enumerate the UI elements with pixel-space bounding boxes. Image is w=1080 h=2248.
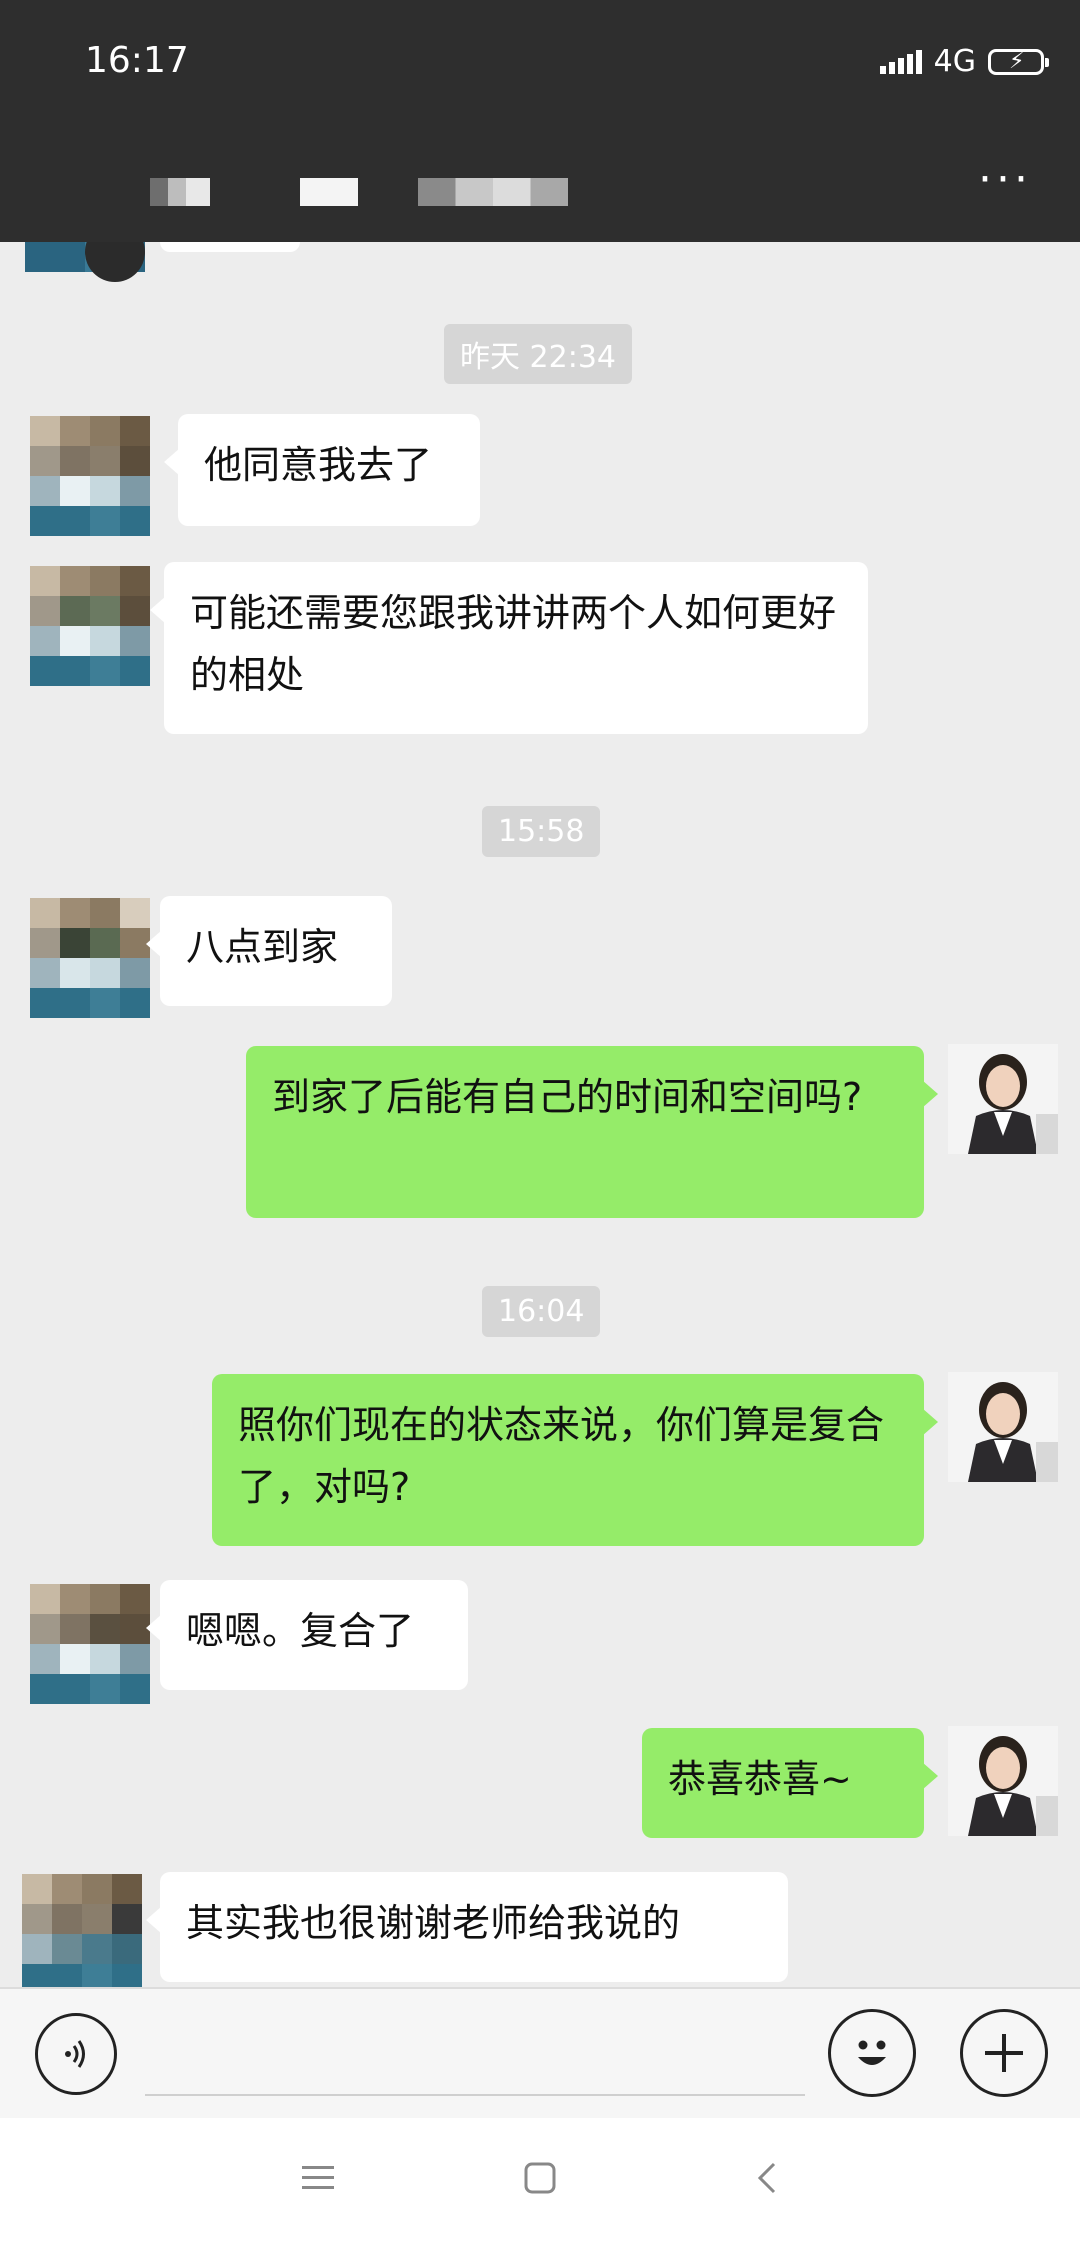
message-input[interactable] [145,2094,805,2096]
outgoing-message[interactable]: 恭喜恭喜~ [642,1728,938,1838]
incoming-message[interactable]: 可能还需要您跟我讲讲两个人如何更好的相处 [150,562,868,734]
message-bubble-partial [160,242,300,252]
contact-avatar[interactable] [30,566,150,686]
back-icon[interactable] [748,2158,788,2209]
incoming-message[interactable]: 嗯嗯。复合了 [146,1580,468,1690]
network-type: 4G [933,44,976,79]
my-avatar[interactable] [948,1372,1058,1482]
signal-icon [879,49,922,74]
status-bar: 16:17 4G ⚡ [0,0,1080,130]
battery-icon: ⚡ [988,48,1049,75]
voice-icon[interactable] [35,2013,117,2095]
outgoing-message[interactable]: 到家了后能有自己的时间和空间吗? [246,1046,938,1218]
menu-icon[interactable] [298,2158,338,2209]
contact-avatar[interactable] [30,898,150,1018]
my-avatar[interactable] [948,1726,1058,1836]
contact-avatar[interactable] [30,1584,150,1704]
chat-title-blurred [150,178,210,206]
status-time: 16:17 [85,40,189,81]
contact-avatar[interactable] [30,416,150,536]
emoji-icon[interactable] [828,2009,916,2097]
contact-avatar[interactable] [22,1874,142,1987]
message-timestamp: 16:04 [482,1286,601,1337]
plus-icon[interactable] [960,2009,1048,2097]
home-icon[interactable] [520,2158,560,2209]
chat-header: ··· [0,130,1080,242]
chat-input-bar [0,1987,1080,2120]
outgoing-message[interactable]: 照你们现在的状态来说，你们算是复合了，对吗? [212,1374,938,1546]
message-timestamp: 昨天 22:34 [444,324,632,384]
chat-area: 昨天 22:34 他同意我去了 可能还需要您跟我讲讲两个人如何更好的相处 15:… [0,242,1080,1987]
message-timestamp: 15:58 [482,806,601,857]
chat-title-blurred [418,178,568,206]
chat-title-blurred [300,178,358,206]
status-indicators: 4G ⚡ [879,44,1049,79]
incoming-message[interactable]: 八点到家 [146,896,392,1006]
incoming-message[interactable]: 其实我也很谢谢老师给我说的 [146,1872,788,1982]
system-nav-bar [0,2118,1080,2248]
my-avatar[interactable] [948,1044,1058,1154]
avatar-partial [85,242,145,282]
incoming-message[interactable]: 他同意我去了 [164,414,480,526]
more-dots-icon[interactable]: ··· [978,158,1032,202]
